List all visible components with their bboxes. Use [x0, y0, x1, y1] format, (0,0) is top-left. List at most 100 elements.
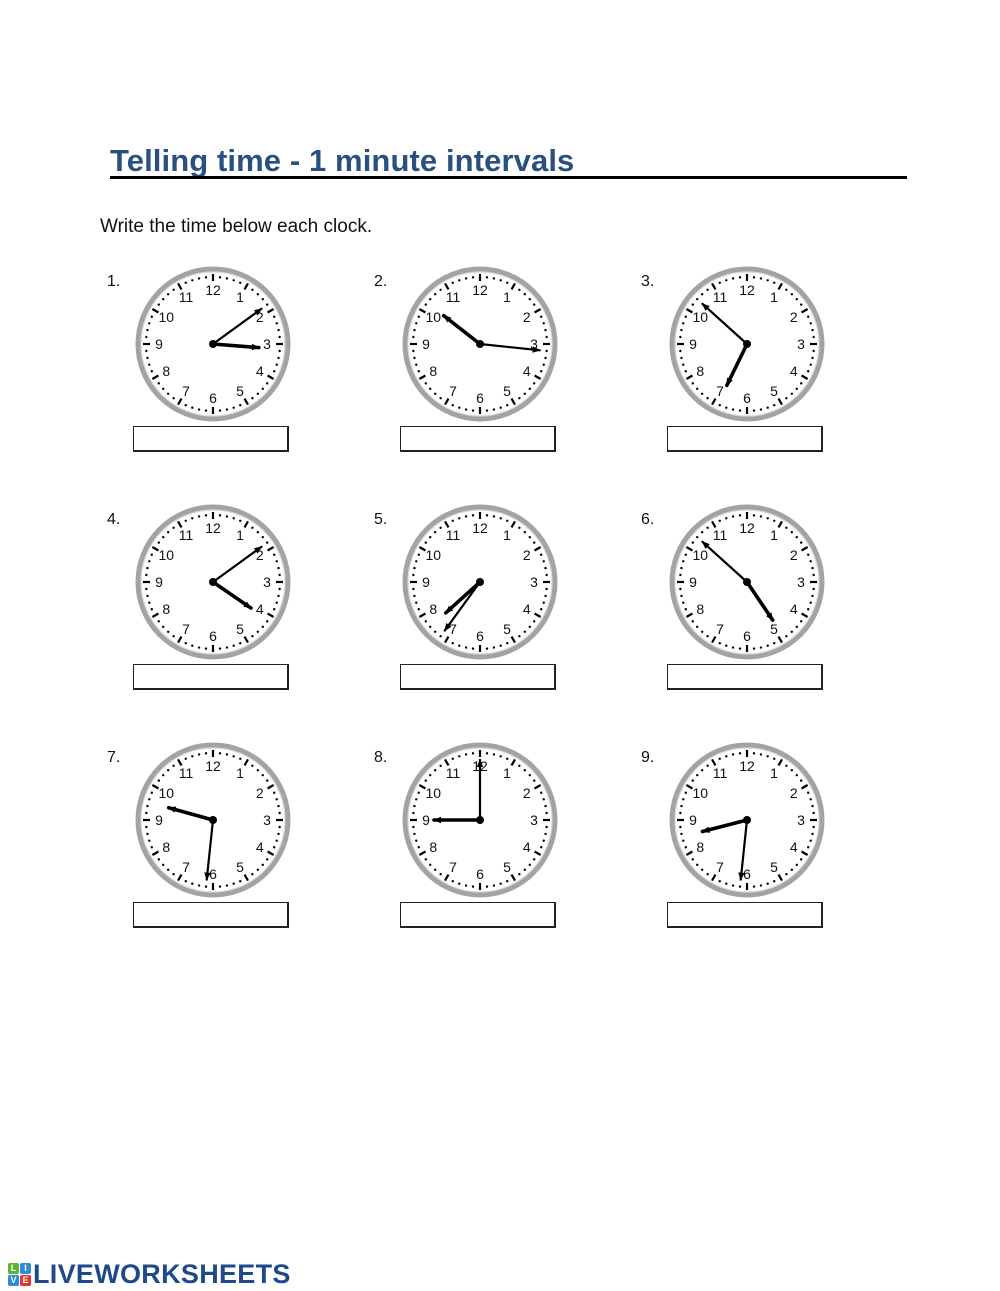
minute-dot — [759, 753, 763, 756]
clock-numeral: 6 — [743, 866, 751, 882]
clock-numeral: 4 — [790, 601, 798, 617]
logo-letter-v: V — [8, 1274, 19, 1286]
answer-input[interactable] — [400, 902, 556, 928]
minute-dot — [424, 858, 427, 861]
minute-dot — [413, 594, 416, 598]
clock-numeral: 1 — [770, 527, 778, 543]
minute-dot — [278, 349, 281, 353]
clock-numeral: 2 — [790, 309, 798, 325]
minute-dot — [738, 885, 742, 888]
minute-dot — [807, 846, 810, 849]
analog-clock: 121234567891011 — [135, 266, 291, 422]
minute-dot — [485, 752, 489, 755]
clock-numeral: 7 — [182, 383, 190, 399]
minute-dot — [485, 647, 489, 650]
clock-numeral: 6 — [476, 390, 484, 406]
minute-dot — [544, 566, 547, 570]
clock-numeral: 6 — [209, 628, 217, 644]
clock-numeral: 9 — [155, 812, 163, 828]
minute-dot — [731, 753, 735, 756]
minute-dot — [811, 594, 814, 598]
minute-dot — [439, 873, 442, 876]
minute-dot — [429, 535, 432, 539]
minute-dot — [157, 541, 160, 544]
minute-dot — [540, 370, 543, 373]
minute-dot — [533, 779, 536, 782]
minute-dot — [277, 328, 280, 332]
answer-input[interactable] — [133, 664, 289, 690]
answer-input[interactable] — [667, 902, 823, 928]
minute-dot — [218, 885, 222, 888]
minute-dot — [518, 526, 521, 529]
answer-input[interactable] — [667, 664, 823, 690]
clock-numeral: 9 — [422, 574, 430, 590]
clock-numeral: 12 — [205, 520, 221, 536]
clock-numeral: 1 — [770, 765, 778, 781]
minute-dot — [172, 764, 175, 767]
minute-dot — [499, 882, 502, 885]
minute-dot — [204, 276, 208, 279]
clock-numeral: 9 — [422, 336, 430, 352]
minute-dot — [256, 293, 260, 296]
minute-dot — [773, 404, 776, 407]
minute-dot — [191, 644, 194, 647]
answer-input[interactable] — [667, 426, 823, 452]
clock-numeral: 11 — [179, 289, 194, 305]
minute-dot — [275, 798, 278, 801]
minute-dot — [204, 752, 208, 755]
clock-numeral: 7 — [716, 859, 724, 875]
clock-numeral: 12 — [205, 282, 221, 298]
minute-dot — [184, 757, 187, 760]
clock-item: 6. 12 1 2 3 4 5 6 7 8 9 10 11 — [641, 504, 881, 711]
minute-dot — [812, 587, 815, 591]
worksheet-title: Telling time - 1 minute intervals — [110, 143, 575, 178]
minute-dot — [464, 515, 468, 518]
minute-dot — [785, 764, 788, 767]
minute-dot — [197, 884, 201, 887]
clock-numeral: 9 — [422, 812, 430, 828]
minute-dot — [225, 884, 229, 887]
clock-center-pin — [209, 340, 217, 348]
minute-dot — [696, 625, 699, 629]
minute-dot — [413, 328, 416, 332]
minute-dot — [682, 363, 685, 366]
answer-input[interactable] — [133, 902, 289, 928]
minute-dot — [458, 644, 461, 647]
clock-numeral: 10 — [158, 785, 174, 801]
minute-dot — [542, 560, 545, 563]
minute-dot — [731, 408, 735, 411]
minute-dot — [700, 293, 704, 296]
minute-dot — [273, 608, 276, 611]
minute-dot — [679, 587, 682, 591]
logo-letter-e: E — [20, 1274, 31, 1286]
minute-dot — [545, 573, 548, 577]
minute-dot — [725, 406, 728, 409]
minute-dot — [485, 409, 489, 412]
answer-input[interactable] — [400, 664, 556, 690]
logo-letter-l: L — [8, 1262, 19, 1274]
answer-input[interactable] — [133, 426, 289, 452]
clock-item: 1. 12 1 2 3 4 5 6 7 8 9 10 11 — [107, 266, 347, 473]
minute-dot — [812, 825, 815, 829]
minute-dot — [691, 620, 694, 623]
clock-numeral: 10 — [425, 785, 441, 801]
item-number: 7. — [107, 749, 121, 766]
clock-numeral: 5 — [503, 859, 511, 875]
clock-numeral: 3 — [797, 812, 805, 828]
minute-dot — [752, 409, 756, 412]
clock-center-pin — [476, 578, 484, 586]
clock-numeral: 1 — [770, 289, 778, 305]
minute-dot — [239, 880, 242, 883]
minute-dot — [148, 560, 151, 563]
answer-input[interactable] — [400, 426, 556, 452]
clock-numeral: 5 — [236, 621, 244, 637]
item-number: 9. — [641, 749, 655, 766]
minute-dot — [811, 356, 814, 360]
clock-item: 2. 12 1 2 3 4 5 6 7 8 9 10 11 — [374, 266, 614, 473]
minute-dot — [412, 811, 415, 815]
minute-dot — [499, 517, 502, 520]
minute-dot — [506, 880, 509, 883]
minute-dot — [731, 515, 735, 518]
minute-dot — [458, 279, 461, 282]
item-number: 8. — [374, 749, 388, 766]
